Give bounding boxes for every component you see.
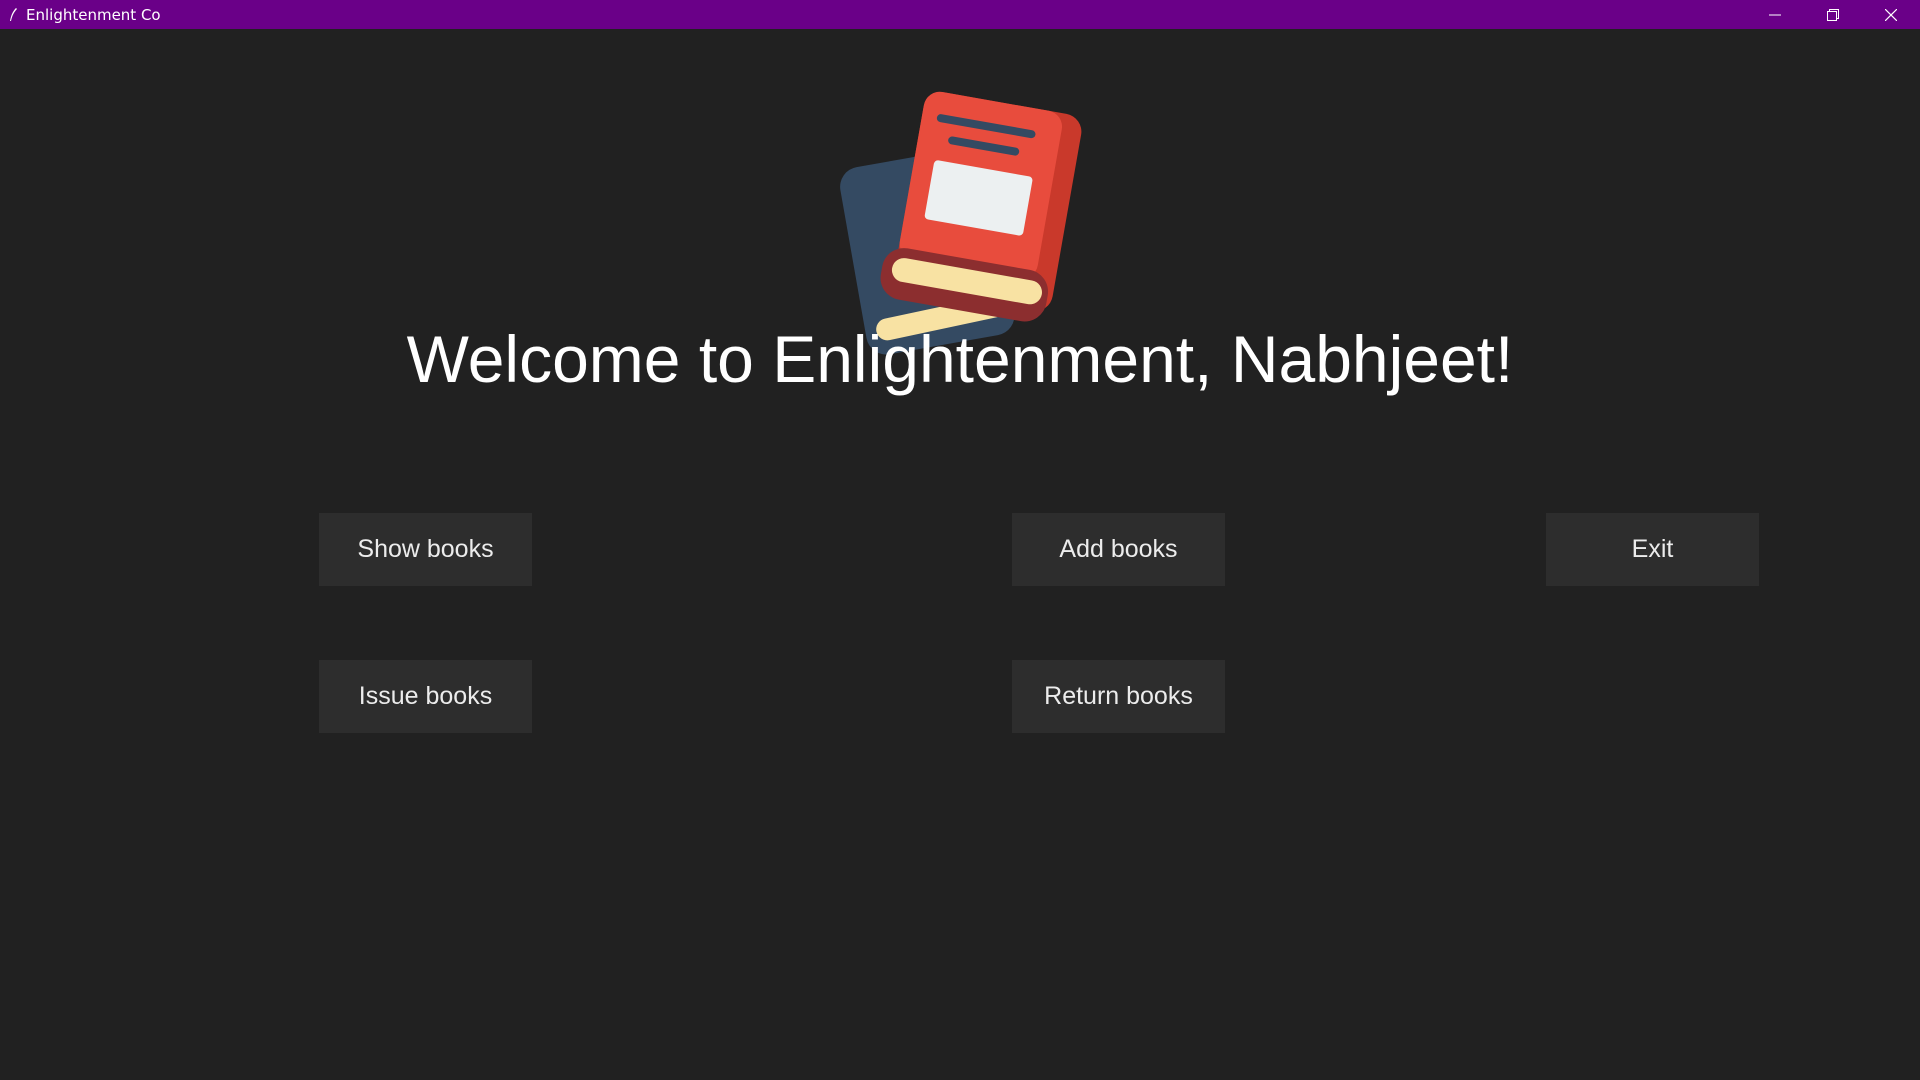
return-books-button[interactable]: Return books bbox=[1012, 660, 1225, 733]
restore-button[interactable] bbox=[1804, 0, 1862, 29]
restore-icon bbox=[1827, 8, 1839, 21]
window-title: Enlightenment Co bbox=[26, 5, 161, 24]
exit-button[interactable]: Exit bbox=[1546, 513, 1759, 586]
feather-pen-icon bbox=[6, 6, 20, 24]
minimize-icon bbox=[1769, 14, 1781, 15]
issue-books-button[interactable]: Issue books bbox=[319, 660, 532, 733]
close-icon bbox=[1885, 8, 1897, 21]
main-window: Welcome to Enlightenment, Nabhjeet! Show… bbox=[0, 29, 1920, 1080]
close-button[interactable] bbox=[1862, 0, 1920, 29]
show-books-button[interactable]: Show books bbox=[319, 513, 532, 586]
window-controls bbox=[1746, 0, 1920, 29]
title-bar[interactable]: Enlightenment Co bbox=[0, 0, 1920, 29]
add-books-button[interactable]: Add books bbox=[1012, 513, 1225, 586]
welcome-heading: Welcome to Enlightenment, Nabhjeet! bbox=[406, 322, 1514, 396]
minimize-button[interactable] bbox=[1746, 0, 1804, 29]
book-stack-icon bbox=[830, 67, 1090, 357]
